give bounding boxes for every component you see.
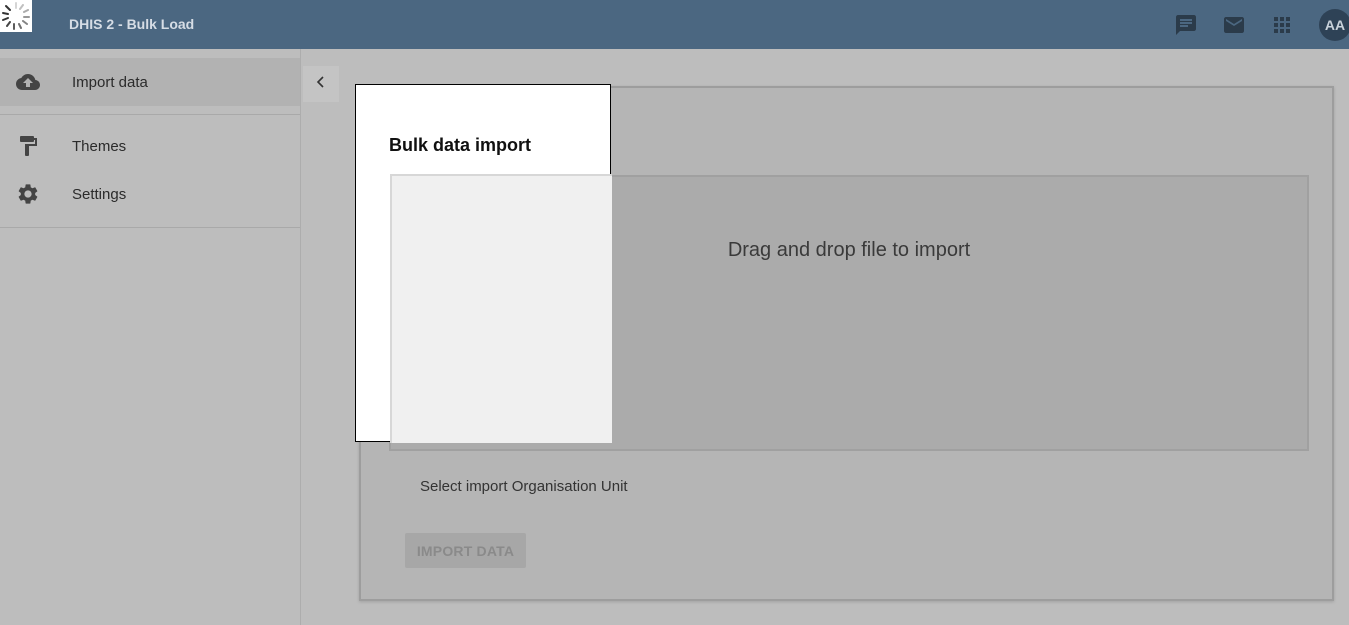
sidebar-item-import-data[interactable]: Import data (0, 58, 300, 106)
highlight-overlay: Bulk data import (355, 84, 612, 443)
apps-icon[interactable] (1270, 13, 1294, 37)
user-avatar[interactable]: AA (1319, 9, 1349, 41)
avatar-initials: AA (1324, 17, 1346, 33)
dropzone-highlight (390, 174, 612, 443)
sidebar-item-themes[interactable]: Themes (0, 122, 300, 170)
gear-icon (16, 182, 40, 206)
sidebar-item-label: Import data (72, 73, 148, 91)
app-header: DHIS 2 - Bulk Load AA (0, 0, 1349, 49)
app-title: DHIS 2 - Bulk Load (69, 16, 195, 32)
org-unit-select-label[interactable]: Select import Organisation Unit (420, 478, 628, 495)
page-title: Bulk data import (389, 135, 532, 155)
collapse-sidebar-button[interactable] (303, 66, 339, 102)
sidebar-item-label: Themes (72, 137, 127, 155)
cloud-upload-icon (16, 70, 40, 94)
import-data-button[interactable]: IMPORT DATA (405, 533, 526, 568)
mail-icon[interactable] (1222, 13, 1246, 37)
message-icon[interactable] (1174, 13, 1198, 37)
chevron-left-icon (313, 74, 329, 95)
sidebar-divider (0, 227, 300, 228)
sidebar-item-settings[interactable]: Settings (0, 170, 300, 218)
sidebar-item-label: Settings (72, 185, 127, 203)
sidebar: Import data Themes Settings (0, 49, 301, 625)
paint-roller-icon (16, 134, 40, 158)
sidebar-divider (0, 114, 300, 115)
loading-spinner-icon (0, 0, 32, 32)
